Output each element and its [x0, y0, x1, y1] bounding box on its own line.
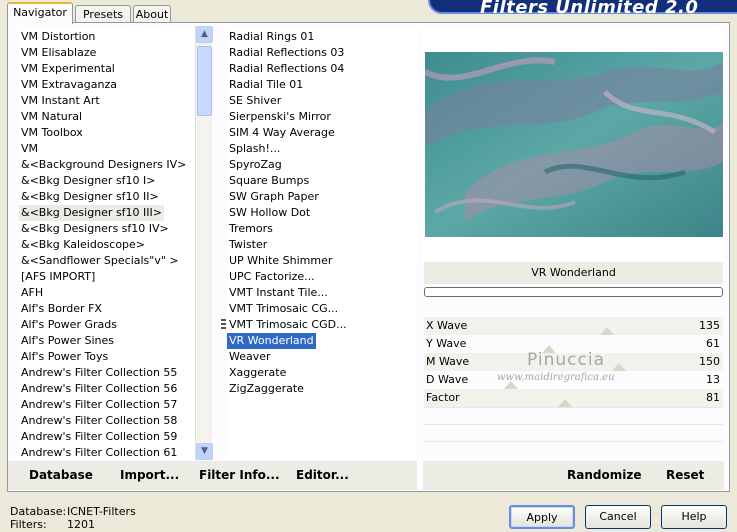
param-value: 135 [699, 319, 720, 332]
filter-item[interactable]: Radial Tile 01 [227, 77, 305, 93]
slider-thumb-icon[interactable] [611, 363, 626, 371]
import-button[interactable]: Import... [120, 468, 179, 482]
tab-navigator[interactable]: Navigator [7, 2, 73, 24]
filter-info-button[interactable]: Filter Info... [199, 468, 280, 482]
param-label: Y Wave [426, 337, 467, 350]
filter-item[interactable]: Radial Reflections 03 [227, 45, 346, 61]
filter-item[interactable]: Splash!... [227, 141, 282, 157]
category-item[interactable]: VM [19, 141, 40, 157]
param-value: 13 [706, 373, 720, 386]
help-button[interactable]: Help [661, 505, 727, 529]
filter-item[interactable]: Xaggerate [227, 365, 288, 381]
filter-item[interactable]: VMT Trimosaic CGD... [227, 317, 349, 333]
category-item[interactable]: Alf's Border FX [19, 301, 104, 317]
param-empty-row [424, 407, 723, 423]
category-item[interactable]: VM Elisablaze [19, 45, 98, 61]
category-item[interactable]: &<Bkg Designers sf10 IV> [19, 221, 171, 237]
category-item[interactable]: &<Sandflower Specials"v" > [19, 253, 181, 269]
filter-item[interactable]: VR Wonderland [227, 333, 316, 349]
filter-list[interactable]: Radial Rings 01 Radial Reflections 03 Radi… [227, 28, 417, 460]
slider-thumb-icon[interactable] [557, 399, 572, 407]
category-item[interactable]: Andrew's Filter Collection 59 [19, 429, 179, 445]
category-item[interactable]: VM Instant Art [19, 93, 102, 109]
category-item[interactable]: AFH [19, 285, 45, 301]
drag-marker-icon [221, 319, 226, 329]
slider-thumb-icon[interactable] [599, 327, 614, 335]
watermark-url: www.maidiregrafica.eu [497, 372, 615, 383]
category-item[interactable]: Andrew's Filter Collection 57 [19, 397, 179, 413]
filter-item[interactable]: ZigZaggerate [227, 381, 306, 397]
param-empty-row [424, 424, 723, 440]
progress-bar [424, 287, 723, 297]
scroll-up-button[interactable]: ▲ [196, 26, 213, 43]
param-empty-row [424, 441, 723, 457]
category-item[interactable]: &<Bkg Kaleidoscope> [19, 237, 147, 253]
title-banner: Filters Unlimited 2.0 [428, 0, 737, 18]
param-slider-row[interactable]: X Wave 135 [424, 317, 723, 335]
editor-button[interactable]: Editor... [296, 468, 349, 482]
category-item[interactable]: Alf's Power Toys [19, 349, 110, 365]
cancel-button[interactable]: Cancel [585, 505, 651, 529]
filter-item[interactable]: Sierpenski's Mirror [227, 109, 333, 125]
filter-item[interactable]: SIM 4 Way Average [227, 125, 337, 141]
filter-item[interactable]: SE Shiver [227, 93, 283, 109]
database-label: Database: [10, 505, 67, 518]
banner-text: Filters Unlimited 2.0 [480, 0, 699, 18]
param-value: 61 [706, 337, 720, 350]
database-value: ICNET-Filters [67, 505, 136, 518]
randomize-button[interactable]: Randomize [567, 468, 641, 482]
category-item[interactable]: VM Experimental [19, 61, 117, 77]
scroll-thumb[interactable] [197, 46, 212, 116]
filter-item[interactable]: SpyroZag [227, 157, 284, 173]
filter-item[interactable]: VMT Trimosaic CG... [227, 301, 340, 317]
filter-item[interactable]: UP White Shimmer [227, 253, 334, 269]
param-label: Factor [426, 391, 460, 404]
reset-button[interactable]: Reset [666, 468, 704, 482]
param-value: 81 [706, 391, 720, 404]
filter-item[interactable]: Radial Rings 01 [227, 29, 316, 45]
category-item[interactable]: &<Bkg Designer sf10 III> [19, 205, 165, 221]
category-item[interactable]: Andrew's Filter Collection 56 [19, 381, 179, 397]
category-item[interactable]: &<Background Designers IV> [19, 157, 188, 173]
category-list[interactable]: VM Distortion VM Elisablaze VM Experimenta… [19, 28, 195, 460]
filter-item[interactable]: Tremors [227, 221, 275, 237]
database-button[interactable]: Database [29, 468, 93, 482]
filter-item[interactable]: Square Bumps [227, 173, 311, 189]
preview-art [425, 52, 723, 237]
filter-name-label: VR Wonderland [424, 262, 723, 284]
param-slider-row[interactable]: Factor 81 [424, 389, 723, 407]
category-item[interactable]: VM Natural [19, 109, 84, 125]
preview-image [425, 52, 723, 237]
filter-item[interactable]: VMT Instant Tile... [227, 285, 330, 301]
filter-item[interactable]: SW Graph Paper [227, 189, 321, 205]
filter-item[interactable]: Twister [227, 237, 269, 253]
category-item[interactable]: Alf's Power Grads [19, 317, 119, 333]
param-label: D Wave [426, 373, 469, 386]
filters-label: Filters: [10, 518, 47, 531]
scroll-down-button[interactable]: ▼ [196, 443, 213, 460]
category-item[interactable]: &<Bkg Designer sf10 II> [19, 189, 161, 205]
category-item[interactable]: VM Distortion [19, 29, 97, 45]
category-item[interactable]: Andrew's Filter Collection 61 [19, 445, 179, 460]
category-item[interactable]: Andrew's Filter Collection 58 [19, 413, 179, 429]
param-value: 150 [699, 355, 720, 368]
apply-button[interactable]: Apply [509, 505, 575, 529]
filter-item[interactable]: UPC Factorize... [227, 269, 317, 285]
category-item[interactable]: VM Extravaganza [19, 77, 119, 93]
filter-item[interactable]: SW Hollow Dot [227, 205, 312, 221]
category-scrollbar[interactable]: ▲ ▼ [195, 26, 213, 460]
watermark-name: Pinuccia [527, 350, 605, 370]
category-item[interactable]: VM Toolbox [19, 125, 85, 141]
param-label: M Wave [426, 355, 470, 368]
category-item[interactable]: [AFS IMPORT] [19, 269, 97, 285]
filter-item[interactable]: Radial Reflections 04 [227, 61, 346, 77]
filter-item[interactable]: Weaver [227, 349, 273, 365]
filters-count: 1201 [67, 518, 95, 531]
category-item[interactable]: &<Bkg Designer sf10 I> [19, 173, 158, 189]
param-label: X Wave [426, 319, 468, 332]
category-item[interactable]: Alf's Power Sines [19, 333, 116, 349]
category-item[interactable]: Andrew's Filter Collection 55 [19, 365, 179, 381]
